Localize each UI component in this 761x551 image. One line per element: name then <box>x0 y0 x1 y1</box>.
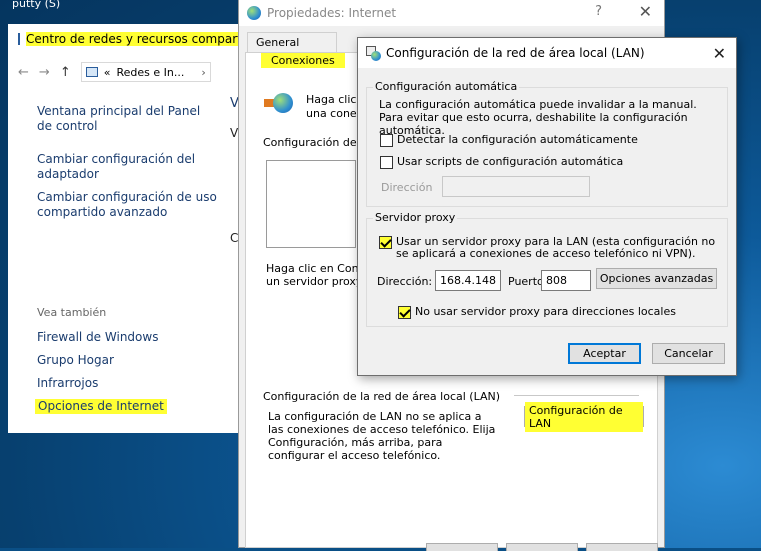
cancel-button-partial[interactable] <box>506 543 578 551</box>
auto-detect-checkbox[interactable] <box>380 134 393 147</box>
forward-arrow-icon[interactable]: → <box>39 65 50 80</box>
link-change-adapter[interactable]: Cambiar configuración del adaptador <box>37 152 197 182</box>
auto-detect-label: Detectar la configuración automáticament… <box>397 133 638 146</box>
address-prefix: « <box>103 65 111 79</box>
apply-button-partial[interactable] <box>586 543 658 551</box>
network-settings-icon <box>366 46 381 61</box>
advanced-options-button[interactable]: Opciones avanzadas <box>596 268 717 289</box>
accept-button[interactable]: Aceptar <box>568 343 641 364</box>
control-panel-navbar: ← → ↑ « Redes e In... › <box>18 62 238 82</box>
chevron-right-icon[interactable]: › <box>201 66 205 79</box>
proxy-port-input[interactable]: 808 <box>541 270 591 291</box>
control-panel-title: Centro de redes y recursos compartido <box>26 32 261 46</box>
proxy-group-label: Servidor proxy <box>373 211 458 224</box>
proxy-server-group: Servidor proxy Usar un servidor proxy pa… <box>366 211 728 327</box>
help-icon[interactable]: ? <box>595 4 602 19</box>
use-proxy-checkbox[interactable] <box>379 236 392 249</box>
tab-connections[interactable]: Conexiones <box>253 51 353 71</box>
use-proxy-label: Usar un servidor proxy para la LAN (esta… <box>396 235 716 260</box>
auto-config-group: Configuración automática La configuració… <box>366 80 728 207</box>
lan-dialog-titlebar: Configuración de la red de área local (L… <box>358 38 736 68</box>
address-bar[interactable]: « Redes e In... › <box>80 62 211 82</box>
network-icon <box>18 33 20 45</box>
up-arrow-icon[interactable]: ↑ <box>60 65 71 80</box>
dialup-listbox[interactable] <box>266 160 356 248</box>
internet-options-icon <box>247 6 261 20</box>
link-firewall[interactable]: Firewall de Windows <box>37 330 158 345</box>
lan-dialog-title: Configuración de la red de área local (L… <box>386 46 645 60</box>
auto-detect-row[interactable]: Detectar la configuración automáticament… <box>380 134 638 147</box>
auto-script-label: Usar scripts de configuración automática <box>397 155 624 168</box>
internet-properties-title: Propiedades: Internet <box>267 6 397 20</box>
link-internet-options[interactable]: Opciones de Internet <box>35 399 167 414</box>
tab-general[interactable]: General <box>247 32 337 52</box>
close-icon[interactable]: ✕ <box>713 44 726 63</box>
auto-config-group-label: Configuración automática <box>373 80 520 93</box>
bypass-local-label: No usar servidor proxy para direcciones … <box>415 305 676 318</box>
address-text: Redes e In... <box>116 65 185 79</box>
link-advanced-sharing[interactable]: Cambiar configuración de uso compartido … <box>37 190 217 220</box>
auto-script-row[interactable]: Usar scripts de configuración automática <box>380 156 623 169</box>
use-proxy-row[interactable]: Usar un servidor proxy para la LAN (esta… <box>379 236 719 260</box>
lan-settings-button-label: Configuración de LAN <box>525 401 643 432</box>
close-icon[interactable]: ✕ <box>639 2 652 21</box>
link-control-panel-home[interactable]: Ventana principal del Panel de control <box>37 104 212 134</box>
bypass-local-checkbox[interactable] <box>398 306 411 319</box>
link-infrared[interactable]: Infrarrojos <box>37 376 98 391</box>
back-arrow-icon[interactable]: ← <box>18 65 29 80</box>
setup-wizard-icon[interactable] <box>264 91 293 115</box>
control-panel-titlebar: Centro de redes y recursos compartido <box>18 30 261 48</box>
taskbar-app-label: putty (S) <box>12 0 61 10</box>
peek-text: V <box>230 126 239 140</box>
auto-script-checkbox[interactable] <box>380 156 393 169</box>
ok-button-partial[interactable] <box>426 543 498 551</box>
lan-section-label: Configuración de la red de área local (L… <box>263 390 501 403</box>
control-panel-window: Centro de redes y recursos compartido ← … <box>8 24 261 433</box>
link-homegroup[interactable]: Grupo Hogar <box>37 353 114 368</box>
see-also-label: Vea también <box>37 306 107 319</box>
script-address-label: Dirección <box>381 181 433 194</box>
proxy-address-label: Dirección: <box>377 275 433 288</box>
lan-note: La configuración de LAN no se aplica a l… <box>268 410 496 462</box>
cancel-button[interactable]: Cancelar <box>652 343 725 364</box>
tab-connections-label: Conexiones <box>261 53 345 68</box>
proxy-address-input[interactable]: 168.4.148 <box>435 270 501 291</box>
separator-line <box>514 395 639 396</box>
lan-settings-dialog: Configuración de la red de área local (L… <box>357 37 737 376</box>
bypass-local-row[interactable]: No usar servidor proxy para direcciones … <box>398 306 676 319</box>
script-address-input[interactable] <box>442 176 590 197</box>
network-icon <box>85 67 98 77</box>
auto-config-note: La configuración automática puede invali… <box>379 98 697 137</box>
lan-settings-button[interactable]: Configuración de LAN <box>524 401 644 432</box>
